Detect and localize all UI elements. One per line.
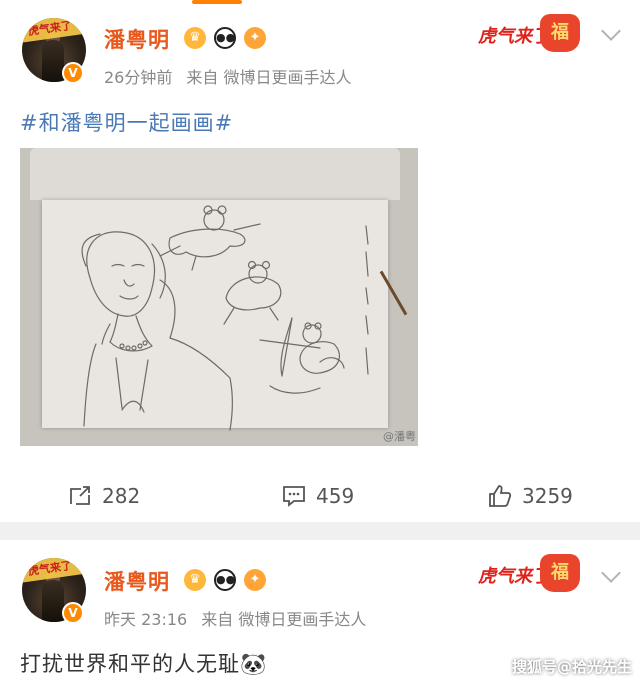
comment-icon: [282, 484, 306, 508]
tiger-event-badge[interactable]: 虎气来了 福: [478, 14, 588, 52]
weibo-post-1: 虎气来了 V 潘粤明 ♛ ●● ✦ 26分钟前 来自 微博日更画手达人 虎气来了 …: [0, 0, 640, 522]
post-meta: 26分钟前 来自 微博日更画手达人: [104, 64, 352, 88]
image-watermark: @潘粤: [383, 430, 416, 443]
like-count: 3259: [522, 484, 573, 508]
tiger-paw-icon: 福: [540, 554, 580, 592]
fish-badge-icon[interactable]: ✦: [244, 569, 266, 591]
repost-button[interactable]: 282: [68, 470, 140, 522]
chevron-down-icon[interactable]: [601, 21, 621, 41]
weibo-post-2: 虎气来了 V 潘粤明 ♛ ●● ✦ 昨天 23:16 来自 微博日更画手达人 虎气…: [0, 540, 640, 685]
author-name[interactable]: 潘粤明: [104, 566, 170, 596]
post-content-hashtag[interactable]: #和潘粤明一起画画#: [20, 107, 233, 137]
action-bar: 282 459 3259: [0, 470, 640, 522]
tiger-event-badge[interactable]: 虎气来了 福: [478, 554, 588, 592]
post-source[interactable]: 微博日更画手达人: [238, 610, 366, 629]
source-prefix: 来自: [186, 68, 219, 87]
thumbs-up-icon: [488, 484, 512, 508]
feed-divider: [0, 522, 640, 540]
author-name[interactable]: 潘粤明: [104, 24, 170, 54]
repost-icon: [68, 484, 92, 508]
post-content-text: 打扰世界和平的人无耻🐼: [20, 652, 268, 676]
panda-badge-icon[interactable]: ●●: [214, 27, 236, 49]
comment-count: 459: [316, 484, 355, 508]
crown-badge-icon[interactable]: ♛: [184, 27, 206, 49]
crown-badge-icon[interactable]: ♛: [184, 569, 206, 591]
avatar-figure-body: [42, 40, 64, 82]
post-image-sketch[interactable]: @潘粤: [20, 148, 418, 446]
avatar-figure-body: [42, 580, 64, 622]
post-time: 26分钟前: [104, 68, 173, 87]
post-time: 昨天 23:16: [104, 610, 188, 629]
panda-badge-icon[interactable]: ●●: [214, 569, 236, 591]
fish-badge-icon[interactable]: ✦: [244, 27, 266, 49]
repost-count: 282: [102, 484, 141, 508]
source-prefix: 来自: [201, 610, 234, 629]
verified-badge-icon: V: [62, 62, 84, 84]
tiger-paw-icon: 福: [540, 14, 580, 52]
post-meta: 昨天 23:16 来自 微博日更画手达人: [104, 606, 366, 630]
like-button[interactable]: 3259: [488, 470, 573, 522]
comment-button[interactable]: 459: [282, 470, 354, 522]
pencil-sketch: [81, 205, 369, 431]
verified-badge-icon: V: [62, 602, 84, 624]
active-tab-indicator: [192, 0, 242, 4]
post-source[interactable]: 微博日更画手达人: [223, 68, 351, 87]
page-watermark: 搜狐号@拾光先生: [511, 658, 632, 676]
chevron-down-icon[interactable]: [601, 563, 621, 583]
